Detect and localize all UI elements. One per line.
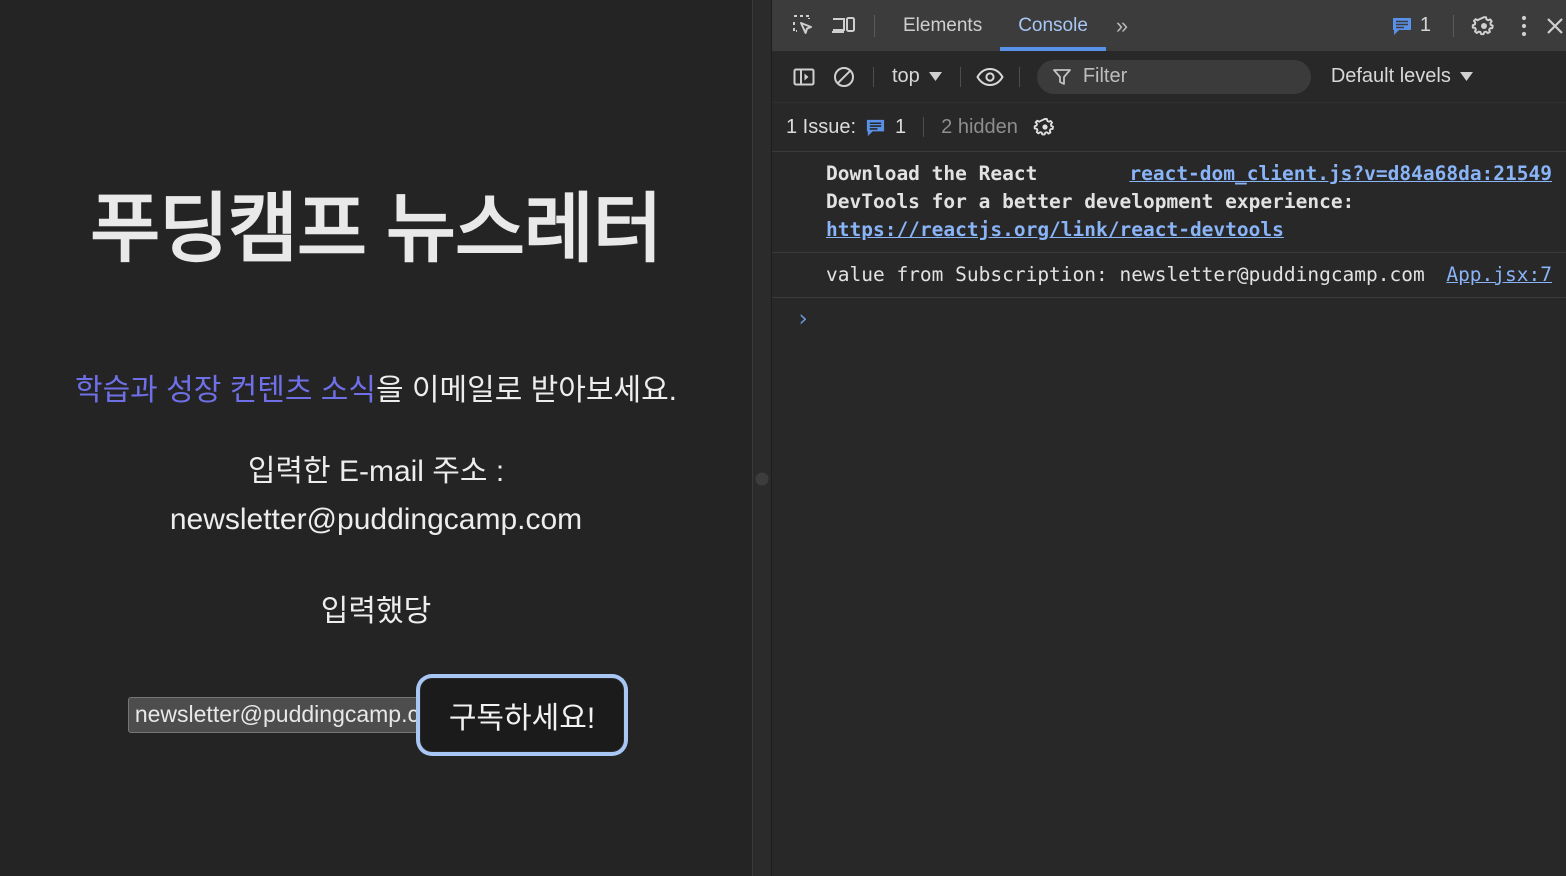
- chevron-down-icon: [928, 72, 942, 81]
- console-message-link[interactable]: https://reactjs.org/link/react-devtools: [826, 218, 1284, 241]
- issues-settings-gear-icon[interactable]: [1033, 115, 1057, 139]
- hidden-messages-count: 2 hidden: [941, 115, 1018, 138]
- subscribe-form: 구독하세요!: [44, 677, 708, 752]
- filter-placeholder: Filter: [1082, 65, 1128, 87]
- tagline: 학습과 성장 컨텐츠 소식을 이메일로 받아보세요.: [44, 371, 708, 412]
- console-message-row[interactable]: App.jsx:7 value from Subscription: newsl…: [772, 253, 1566, 298]
- gear-icon[interactable]: [1464, 6, 1504, 46]
- execution-context-select[interactable]: top: [883, 65, 951, 88]
- email-input[interactable]: [127, 696, 425, 733]
- entered-email-value: newsletter@puddingcamp.com: [169, 502, 583, 536]
- inspect-element-icon[interactable]: [784, 6, 824, 46]
- issues-summary-count: 1: [895, 115, 907, 138]
- issues-badge-count: 1: [1419, 14, 1431, 36]
- console-filter-input[interactable]: Filter: [1036, 59, 1311, 94]
- newsletter-page: 푸딩캠프 뉴스레터 학습과 성장 컨텐츠 소식을 이메일로 받아보세요. 입력한…: [0, 175, 752, 752]
- console-sidebar-icon[interactable]: [784, 57, 824, 97]
- console-filter-toolbar: top Filter Default levels: [772, 51, 1566, 103]
- device-toolbar-icon[interactable]: [824, 6, 864, 46]
- entered-email-label: 입력한 E-mail 주소 :: [247, 454, 505, 488]
- tab-elements[interactable]: Elements: [885, 0, 1000, 51]
- tabbar-right-group: 1: [1379, 6, 1566, 46]
- issues-badge[interactable]: 1: [1379, 14, 1443, 37]
- filterbar-divider-3: [1018, 66, 1020, 87]
- tagline-highlight: 학습과 성장 컨텐츠 소식: [74, 374, 376, 408]
- filter-icon: [1052, 68, 1071, 85]
- resize-handle-dot: [755, 472, 769, 486]
- devtools-tabbar: Elements Console » 1: [772, 0, 1566, 51]
- console-message-source[interactable]: react-dom_client.js?v=d84a68da:21549: [1129, 160, 1552, 188]
- chevron-down-icon: [1459, 72, 1473, 81]
- filterbar-divider-1: [873, 66, 874, 87]
- close-icon[interactable]: [1544, 6, 1566, 46]
- page-viewport: 푸딩캠프 뉴스레터 학습과 성장 컨텐츠 소식을 이메일로 받아보세요. 입력한…: [0, 0, 752, 876]
- console-prompt[interactable]: ›: [772, 298, 1566, 339]
- tabbar-right-divider: [1453, 14, 1454, 37]
- issues-summary-bar[interactable]: 1 Issue: 1 2 hidden: [772, 103, 1566, 152]
- subscribe-button[interactable]: 구독하세요!: [419, 677, 625, 752]
- tagline-rest: 을 이메일로 받아보세요.: [376, 374, 678, 408]
- log-levels-select[interactable]: Default levels: [1331, 65, 1477, 88]
- typed-status-text: 입력했당: [320, 594, 432, 628]
- devtools-resize-handle[interactable]: [752, 0, 772, 876]
- tabbar-divider: [874, 14, 875, 37]
- filterbar-divider-2: [959, 66, 961, 87]
- clear-console-icon[interactable]: [824, 57, 864, 97]
- tab-console[interactable]: Console: [1000, 0, 1106, 51]
- console-message-list[interactable]: react-dom_client.js?v=d84a68da:21549 Dow…: [772, 152, 1566, 876]
- live-expression-icon[interactable]: [970, 57, 1010, 97]
- console-message-source[interactable]: App.jsx:7: [1446, 261, 1552, 289]
- issue-bubble-icon: [1392, 17, 1411, 35]
- issue-bubble-icon: [866, 119, 885, 136]
- console-message-text: value from Subscription: newsletter@pudd…: [826, 263, 1425, 286]
- log-levels-value: Default levels: [1330, 65, 1451, 87]
- more-tabs-icon[interactable]: »: [1106, 0, 1138, 51]
- more-options-icon[interactable]: [1504, 6, 1544, 46]
- console-message-row[interactable]: react-dom_client.js?v=d84a68da:21549 Dow…: [772, 152, 1566, 253]
- execution-context-value: top: [892, 65, 920, 87]
- issues-strip-divider: [923, 117, 925, 137]
- prompt-caret-icon: ›: [796, 306, 810, 332]
- page-title: 푸딩캠프 뉴스레터: [90, 187, 662, 272]
- devtools-panel: Elements Console » 1 top Filter Default …: [772, 0, 1566, 876]
- issues-summary-label: 1 Issue:: [786, 115, 857, 138]
